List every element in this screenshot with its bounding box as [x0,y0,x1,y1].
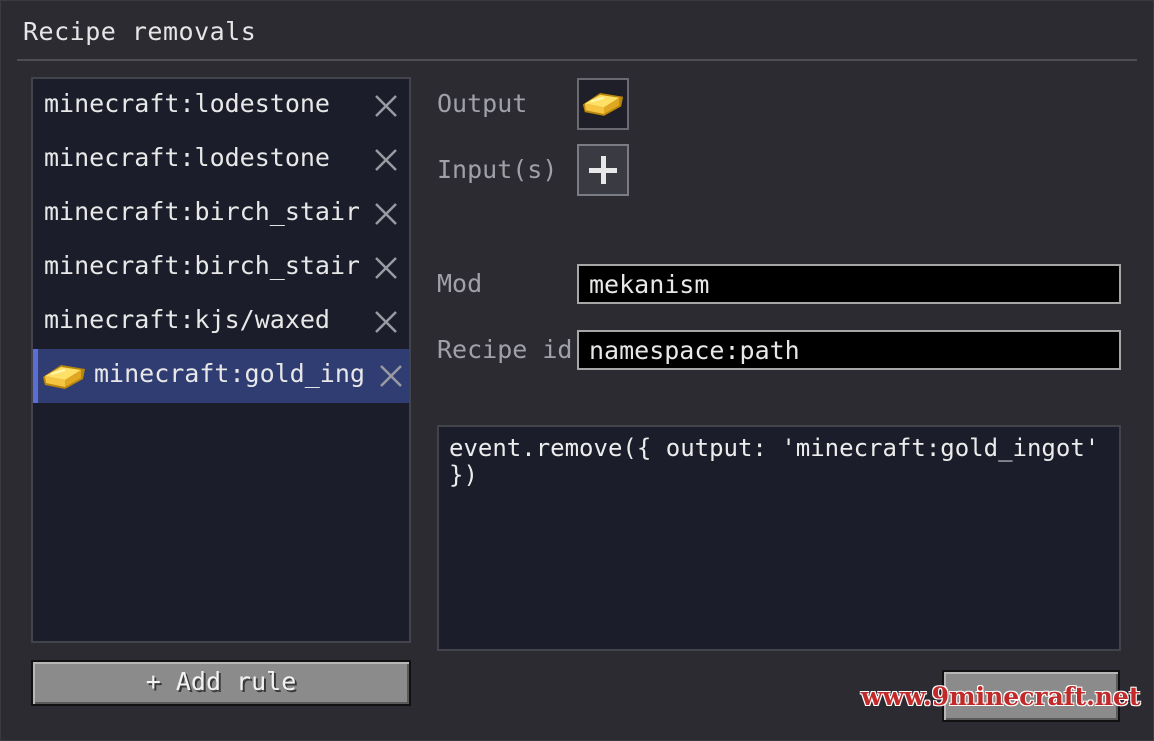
mod-input[interactable]: mekanism [577,264,1121,304]
plus-icon [589,156,617,184]
rule-label: minecraft:gold_ing [94,359,364,388]
rule-label: minecraft:kjs/waxed [44,305,330,334]
rule-item[interactable]: minecraft:lodestone [33,133,409,187]
close-icon[interactable] [373,255,399,281]
title-divider [17,59,1137,61]
code-preview[interactable]: event.remove({ output: 'minecraft:gold_i… [437,425,1121,651]
rule-list[interactable]: minecraft:lodestone minecraft:lodestone … [31,77,411,643]
window-title: Recipe removals [23,17,257,46]
output-slot[interactable] [577,78,629,130]
rule-item[interactable]: minecraft:lodestone [33,79,409,133]
gold-ingot-icon [43,365,85,389]
close-icon[interactable] [373,147,399,173]
rule-item[interactable]: minecraft:birch_stair [33,241,409,295]
add-rule-button[interactable]: + Add rule [31,660,411,706]
close-icon[interactable] [373,309,399,335]
output-label: Output [437,89,528,118]
watermark: www.9minecraft.net [861,682,1141,711]
recipe-id-input[interactable]: namespace:path [577,330,1121,370]
code-line: }) [449,461,478,489]
rule-label: minecraft:lodestone [44,143,330,172]
rule-item[interactable]: minecraft:kjs/waxed [33,295,409,349]
gold-ingot-icon [582,92,624,116]
rule-label: minecraft:birch_stair [44,197,359,226]
rule-item[interactable]: minecraft:birch_stair [33,187,409,241]
inputs-label: Input(s) [437,155,558,184]
close-icon[interactable] [378,363,404,389]
rule-label: minecraft:birch_stair [44,251,359,280]
close-icon[interactable] [373,201,399,227]
add-input-slot[interactable] [577,144,629,196]
code-line: event.remove({ output: 'minecraft:gold_i… [449,434,1100,462]
recipe-removals-window: Recipe removals minecraft:lodestone mine… [0,0,1154,741]
mod-label: Mod [437,269,483,298]
rule-label: minecraft:lodestone [44,89,330,118]
close-icon[interactable] [373,93,399,119]
rule-item-selected[interactable]: minecraft:gold_ing [33,349,409,403]
recipe-id-label: Recipe id [437,335,573,364]
